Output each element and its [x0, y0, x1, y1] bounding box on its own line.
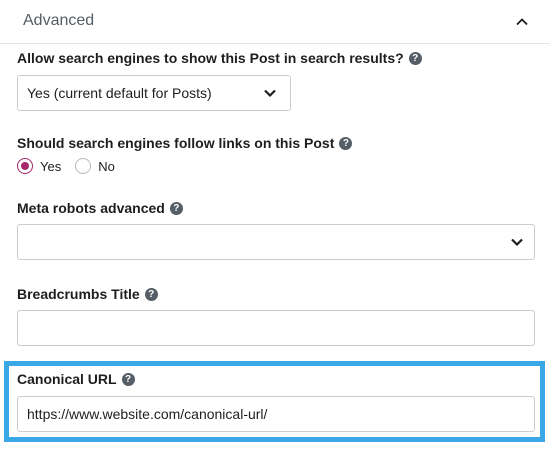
help-icon[interactable]: ?: [408, 51, 422, 65]
radio-no-label: No: [98, 158, 115, 174]
radio-yes[interactable]: [17, 158, 33, 174]
follow-links-label-text: Should search engines follow links on th…: [17, 135, 335, 151]
meta-robots-select[interactable]: [17, 224, 535, 260]
meta-robots-label: Meta robots advanced ?: [17, 200, 183, 216]
breadcrumbs-title-label: Breadcrumbs Title ?: [17, 286, 158, 302]
meta-robots-label-text: Meta robots advanced: [17, 200, 165, 216]
follow-links-option-no[interactable]: No: [75, 158, 115, 174]
breadcrumbs-title-label-text: Breadcrumbs Title: [17, 286, 140, 302]
follow-links-option-yes[interactable]: Yes: [17, 158, 61, 174]
search-results-label: Allow search engines to show this Post i…: [17, 50, 422, 66]
help-icon[interactable]: ?: [121, 372, 135, 386]
radio-no[interactable]: [75, 158, 92, 174]
canonical-url-label: Canonical URL ?: [17, 371, 135, 387]
chevron-down-icon: [264, 89, 276, 98]
radio-yes-label: Yes: [40, 158, 62, 174]
chevron-up-icon: [516, 18, 528, 26]
chevron-down-icon: [511, 238, 523, 247]
search-results-selected-value: Yes (current default for Posts): [27, 85, 212, 101]
panel-title: Advanced: [23, 12, 95, 29]
help-icon[interactable]: ?: [144, 287, 158, 301]
search-results-label-text: Allow search engines to show this Post i…: [17, 50, 404, 66]
breadcrumbs-title-input[interactable]: [17, 310, 535, 346]
help-icon[interactable]: ?: [339, 136, 353, 150]
search-results-select[interactable]: Yes (current default for Posts): [17, 75, 291, 111]
help-icon[interactable]: ?: [169, 201, 183, 215]
canonical-url-input[interactable]: [17, 396, 535, 432]
canonical-url-label-text: Canonical URL: [17, 371, 117, 387]
collapse-button[interactable]: [510, 10, 534, 34]
follow-links-label: Should search engines follow links on th…: [17, 135, 353, 151]
advanced-panel-header[interactable]: Advanced: [0, 0, 550, 44]
follow-links-radio-group: Yes No: [17, 158, 129, 174]
